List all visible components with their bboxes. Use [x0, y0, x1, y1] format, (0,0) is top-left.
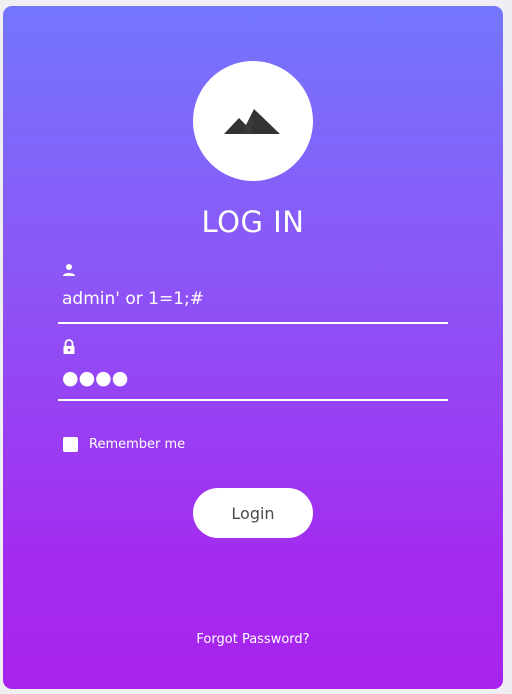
lock-icon: [62, 339, 76, 355]
username-underline: [58, 322, 448, 324]
mountain-icon: [224, 109, 280, 134]
forgot-password-link[interactable]: Forgot Password?: [3, 632, 503, 647]
logo: [193, 61, 313, 181]
login-button[interactable]: Login: [193, 488, 313, 538]
remember-checkbox[interactable]: [63, 437, 78, 452]
password-underline: [58, 399, 448, 401]
remember-label[interactable]: Remember me: [89, 437, 185, 452]
login-card: LOG IN admin' or 1=1;# ●●●● Remember me …: [3, 6, 503, 689]
username-input[interactable]: admin' or 1=1;#: [62, 289, 442, 309]
password-input[interactable]: ●●●●: [62, 367, 442, 389]
page-title: LOG IN: [201, 205, 305, 239]
user-icon: [62, 263, 76, 277]
